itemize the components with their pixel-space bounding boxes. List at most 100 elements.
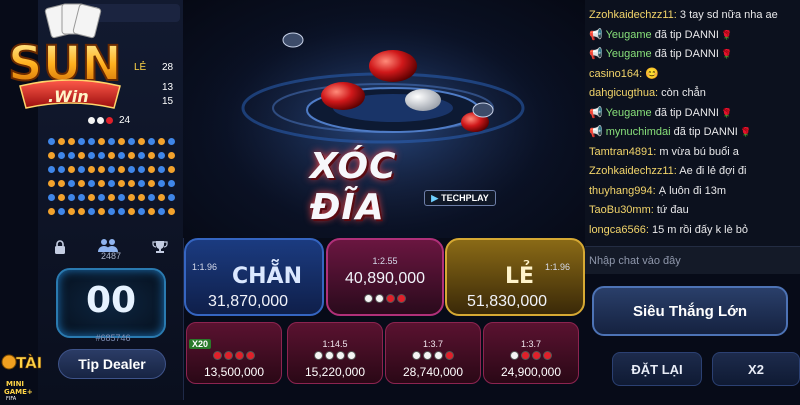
blue-history-dot <box>78 138 85 145</box>
red-chip <box>213 351 222 360</box>
orange-history-dot <box>128 208 135 215</box>
orange-history-dot <box>118 138 125 145</box>
side-bet-value: 24,900,000 <box>500 365 562 379</box>
minigame-button[interactable]: TÀI MINI GAME+ FIFA <box>0 350 56 402</box>
center-chips <box>328 294 442 303</box>
chat-text: đã tip DANNI <box>651 28 719 41</box>
orange-history-dot <box>118 166 125 173</box>
red-chip <box>521 351 530 360</box>
icon-row: 2487 <box>44 234 178 262</box>
white-chip <box>364 294 373 303</box>
orange-history-dot <box>68 208 75 215</box>
chat-message: thuyhang994: Ạ luôn đi 13m <box>589 182 796 202</box>
red-disc <box>369 50 417 82</box>
le-value: 51,830,000 <box>467 293 548 310</box>
blue-history-dot <box>138 152 145 159</box>
rose-icon: 🌹 <box>718 29 733 40</box>
rose-icon: 🌹 <box>718 49 733 59</box>
blue-history-dot <box>48 194 55 201</box>
side-bet-1[interactable]: X20 13,500,000 <box>186 322 282 384</box>
orange-history-dot <box>118 180 125 187</box>
chat-username: casino164: <box>589 67 643 80</box>
white-chip <box>434 351 443 360</box>
chat-text: 3 tay sd nữa nha ae <box>676 9 778 21</box>
side-bet-3[interactable]: 1:3.7 28,740,000 <box>385 322 481 384</box>
blue-history-dot <box>108 138 115 145</box>
chat-username: TaoBu30mm: <box>589 204 654 216</box>
blue-history-dot <box>128 166 135 173</box>
lock-icon[interactable] <box>48 236 72 258</box>
orange-history-dot <box>58 138 65 145</box>
orange-history-dot <box>98 138 105 145</box>
blue-history-dot <box>98 194 105 201</box>
provider-name: TECHPLAY <box>441 193 489 203</box>
reset-button[interactable]: ĐẶT LẠI <box>612 352 702 386</box>
super-win-button[interactable]: Siêu Thắng Lớn <box>592 286 788 336</box>
tip-dealer-button[interactable]: Tip Dealer <box>58 349 166 379</box>
orange-history-dot <box>148 180 155 187</box>
chat-username: Yeugame <box>605 48 652 60</box>
bet-center[interactable]: 1:2.55 40,890,000 <box>326 238 444 316</box>
chat-username: Tamtran4891: <box>589 145 657 158</box>
chat-text: còn chẳn <box>658 87 706 99</box>
blue-history-dot <box>48 166 55 173</box>
chat-message: 📢 Yeugame đã tip DANNI 🌹 <box>589 104 796 124</box>
blue-history-dot <box>78 166 85 173</box>
chat-username: thuyhang994: <box>589 184 656 197</box>
orange-history-dot <box>88 194 95 201</box>
orange-history-dot <box>168 166 175 173</box>
orange-history-dot <box>58 180 65 187</box>
x2-button[interactable]: X2 <box>712 352 800 386</box>
red-chip <box>386 294 395 303</box>
megaphone-icon: 📢 <box>589 48 606 60</box>
chat-text: đã tip DANNI <box>651 106 719 119</box>
orange-history-dot <box>48 180 55 187</box>
chat-text: 15 m rồi đấy k lè bỏ <box>648 223 749 236</box>
white-chip <box>412 351 421 360</box>
blue-history-dot <box>108 166 115 173</box>
blue-history-dot <box>108 180 115 187</box>
orange-history-dot <box>68 166 75 173</box>
blue-history-dot <box>148 194 155 201</box>
orange-history-dot <box>168 208 175 215</box>
orange-history-dot <box>158 138 165 145</box>
chat-message: 📢 Yeugame đã tip DANNI 🌹 <box>589 45 796 65</box>
chat-username: mynuchimdai <box>605 126 671 138</box>
chat-message: Zzohkaidechzz11: 3 tay sd nữa nha ae <box>589 6 796 26</box>
chat-username: Zzohkaidechzz11: <box>589 9 677 21</box>
blue-history-dot <box>68 180 75 187</box>
timer-value: 00 <box>85 280 137 321</box>
red-chip <box>246 351 255 360</box>
side-bet-chips <box>386 351 480 360</box>
chat-text: m vừa bú buổi a <box>656 145 739 158</box>
le-bet-label: LẺ <box>505 264 535 289</box>
white-chip <box>375 294 384 303</box>
bet-le[interactable]: 1:1.96 LẺ 51,830,000 <box>445 238 585 316</box>
trophy-icon[interactable] <box>148 236 172 258</box>
blue-history-dot <box>118 194 125 201</box>
le-count: 28 <box>162 62 174 73</box>
stat-row-2: 13 <box>162 82 174 93</box>
side-bet-2[interactable]: 1:14.5 15,220,000 <box>287 322 383 384</box>
provider-badge: ▶ TECHPLAY <box>424 190 496 206</box>
chat-input[interactable]: Nhập chat vào đây <box>585 246 800 274</box>
white-chip <box>510 351 519 360</box>
blue-history-dot <box>158 152 165 159</box>
svg-text:FIFA: FIFA <box>6 396 17 400</box>
chat-username: Yeugame <box>605 106 652 119</box>
red-chip <box>224 351 233 360</box>
play-icon: ▶ <box>431 192 439 203</box>
side-bet-ratio: 1:14.5 <box>322 339 348 349</box>
side-bet-chips <box>288 351 382 360</box>
rose-icon: 🌹 <box>737 127 752 137</box>
chat-text: tứ đau <box>653 204 689 216</box>
multiplier-badge: X20 <box>189 339 212 349</box>
orange-history-dot <box>68 138 75 145</box>
bet-chan[interactable]: 1:1.96 CHẴN 31,870,000 <box>184 238 324 316</box>
chat-message: 📢 mynuchimdai đã tip DANNI 🌹 <box>589 123 796 143</box>
blue-history-dot <box>58 208 65 215</box>
side-bet-4[interactable]: 1:3.7 24,900,000 <box>483 322 579 384</box>
blue-history-dot <box>88 180 95 187</box>
blue-history-dot <box>68 152 75 159</box>
white-chip <box>347 351 356 360</box>
